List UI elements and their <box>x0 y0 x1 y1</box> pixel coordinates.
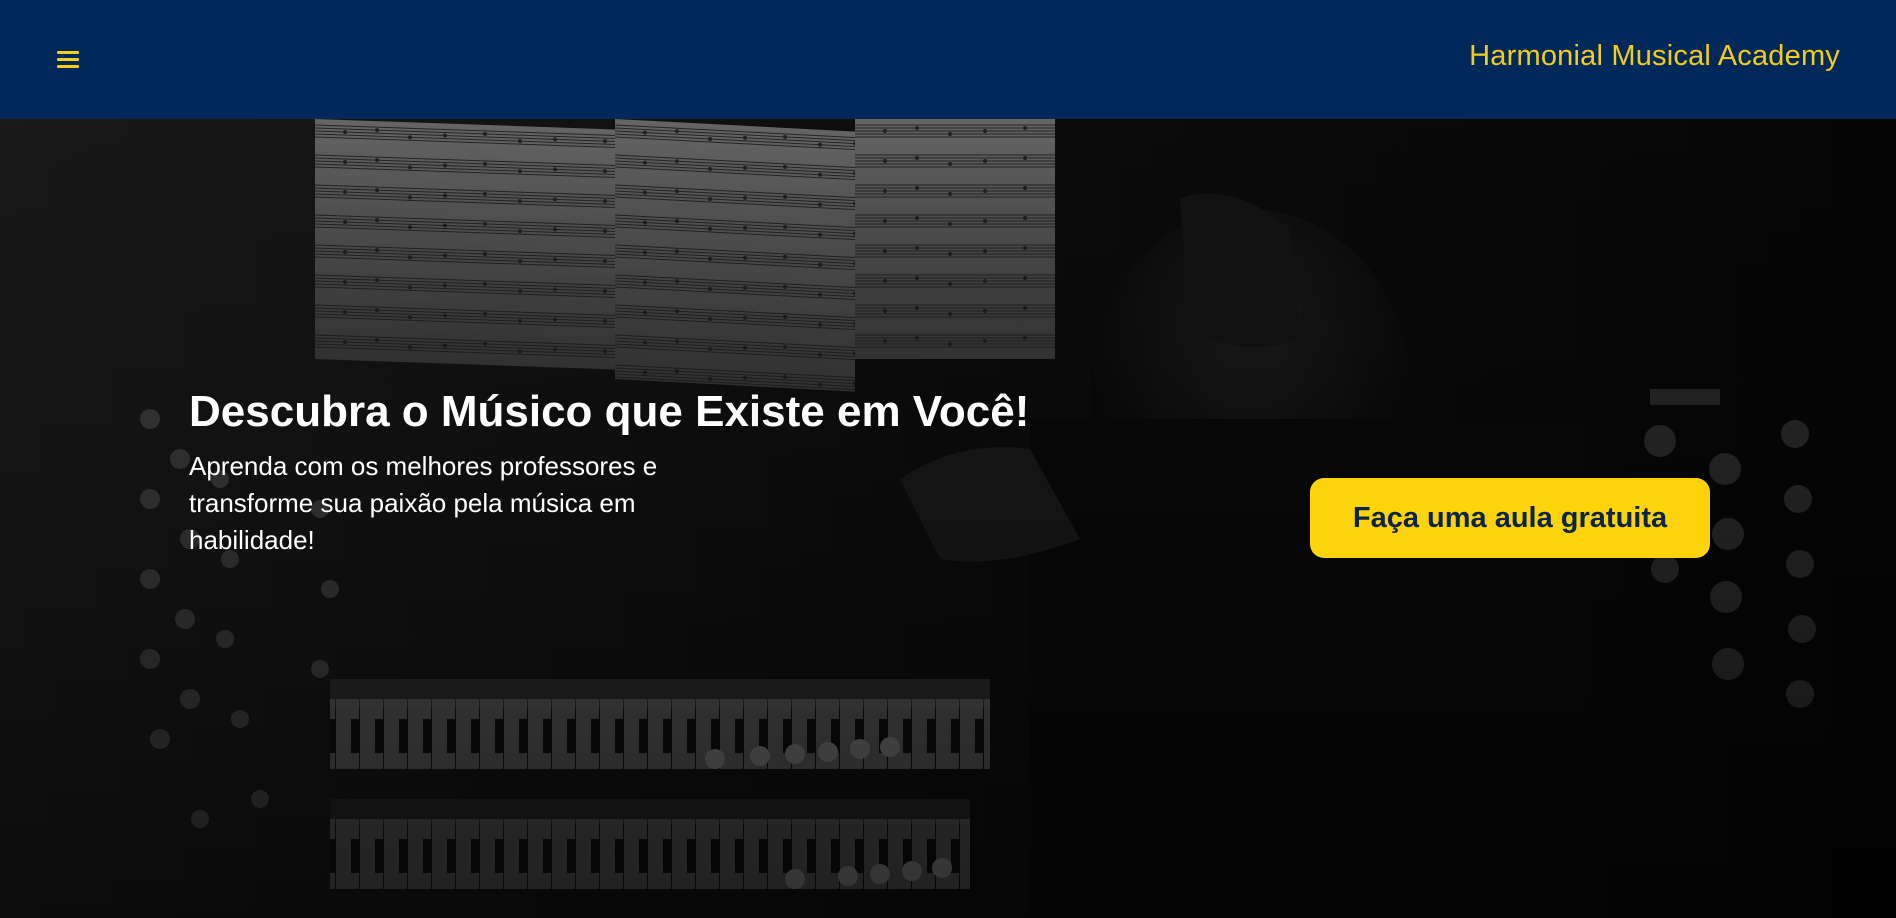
page: Harmonial Musical Academy Descubra o Mús… <box>0 0 1896 918</box>
hero-title: Descubra o Músico que Existe em Você! <box>189 387 1030 436</box>
menu-bar <box>57 51 79 54</box>
hero-section: Descubra o Músico que Existe em Você! Ap… <box>0 119 1896 918</box>
free-lesson-button[interactable]: Faça uma aula gratuita <box>1310 478 1710 558</box>
menu-bar <box>57 65 79 68</box>
brand-name[interactable]: Harmonial Musical Academy <box>1469 40 1840 73</box>
hamburger-menu-icon[interactable] <box>52 46 84 72</box>
menu-bar <box>57 58 79 61</box>
top-navbar: Harmonial Musical Academy <box>0 0 1896 119</box>
hero-subtitle: Aprenda com os melhores professores e tr… <box>189 451 658 555</box>
